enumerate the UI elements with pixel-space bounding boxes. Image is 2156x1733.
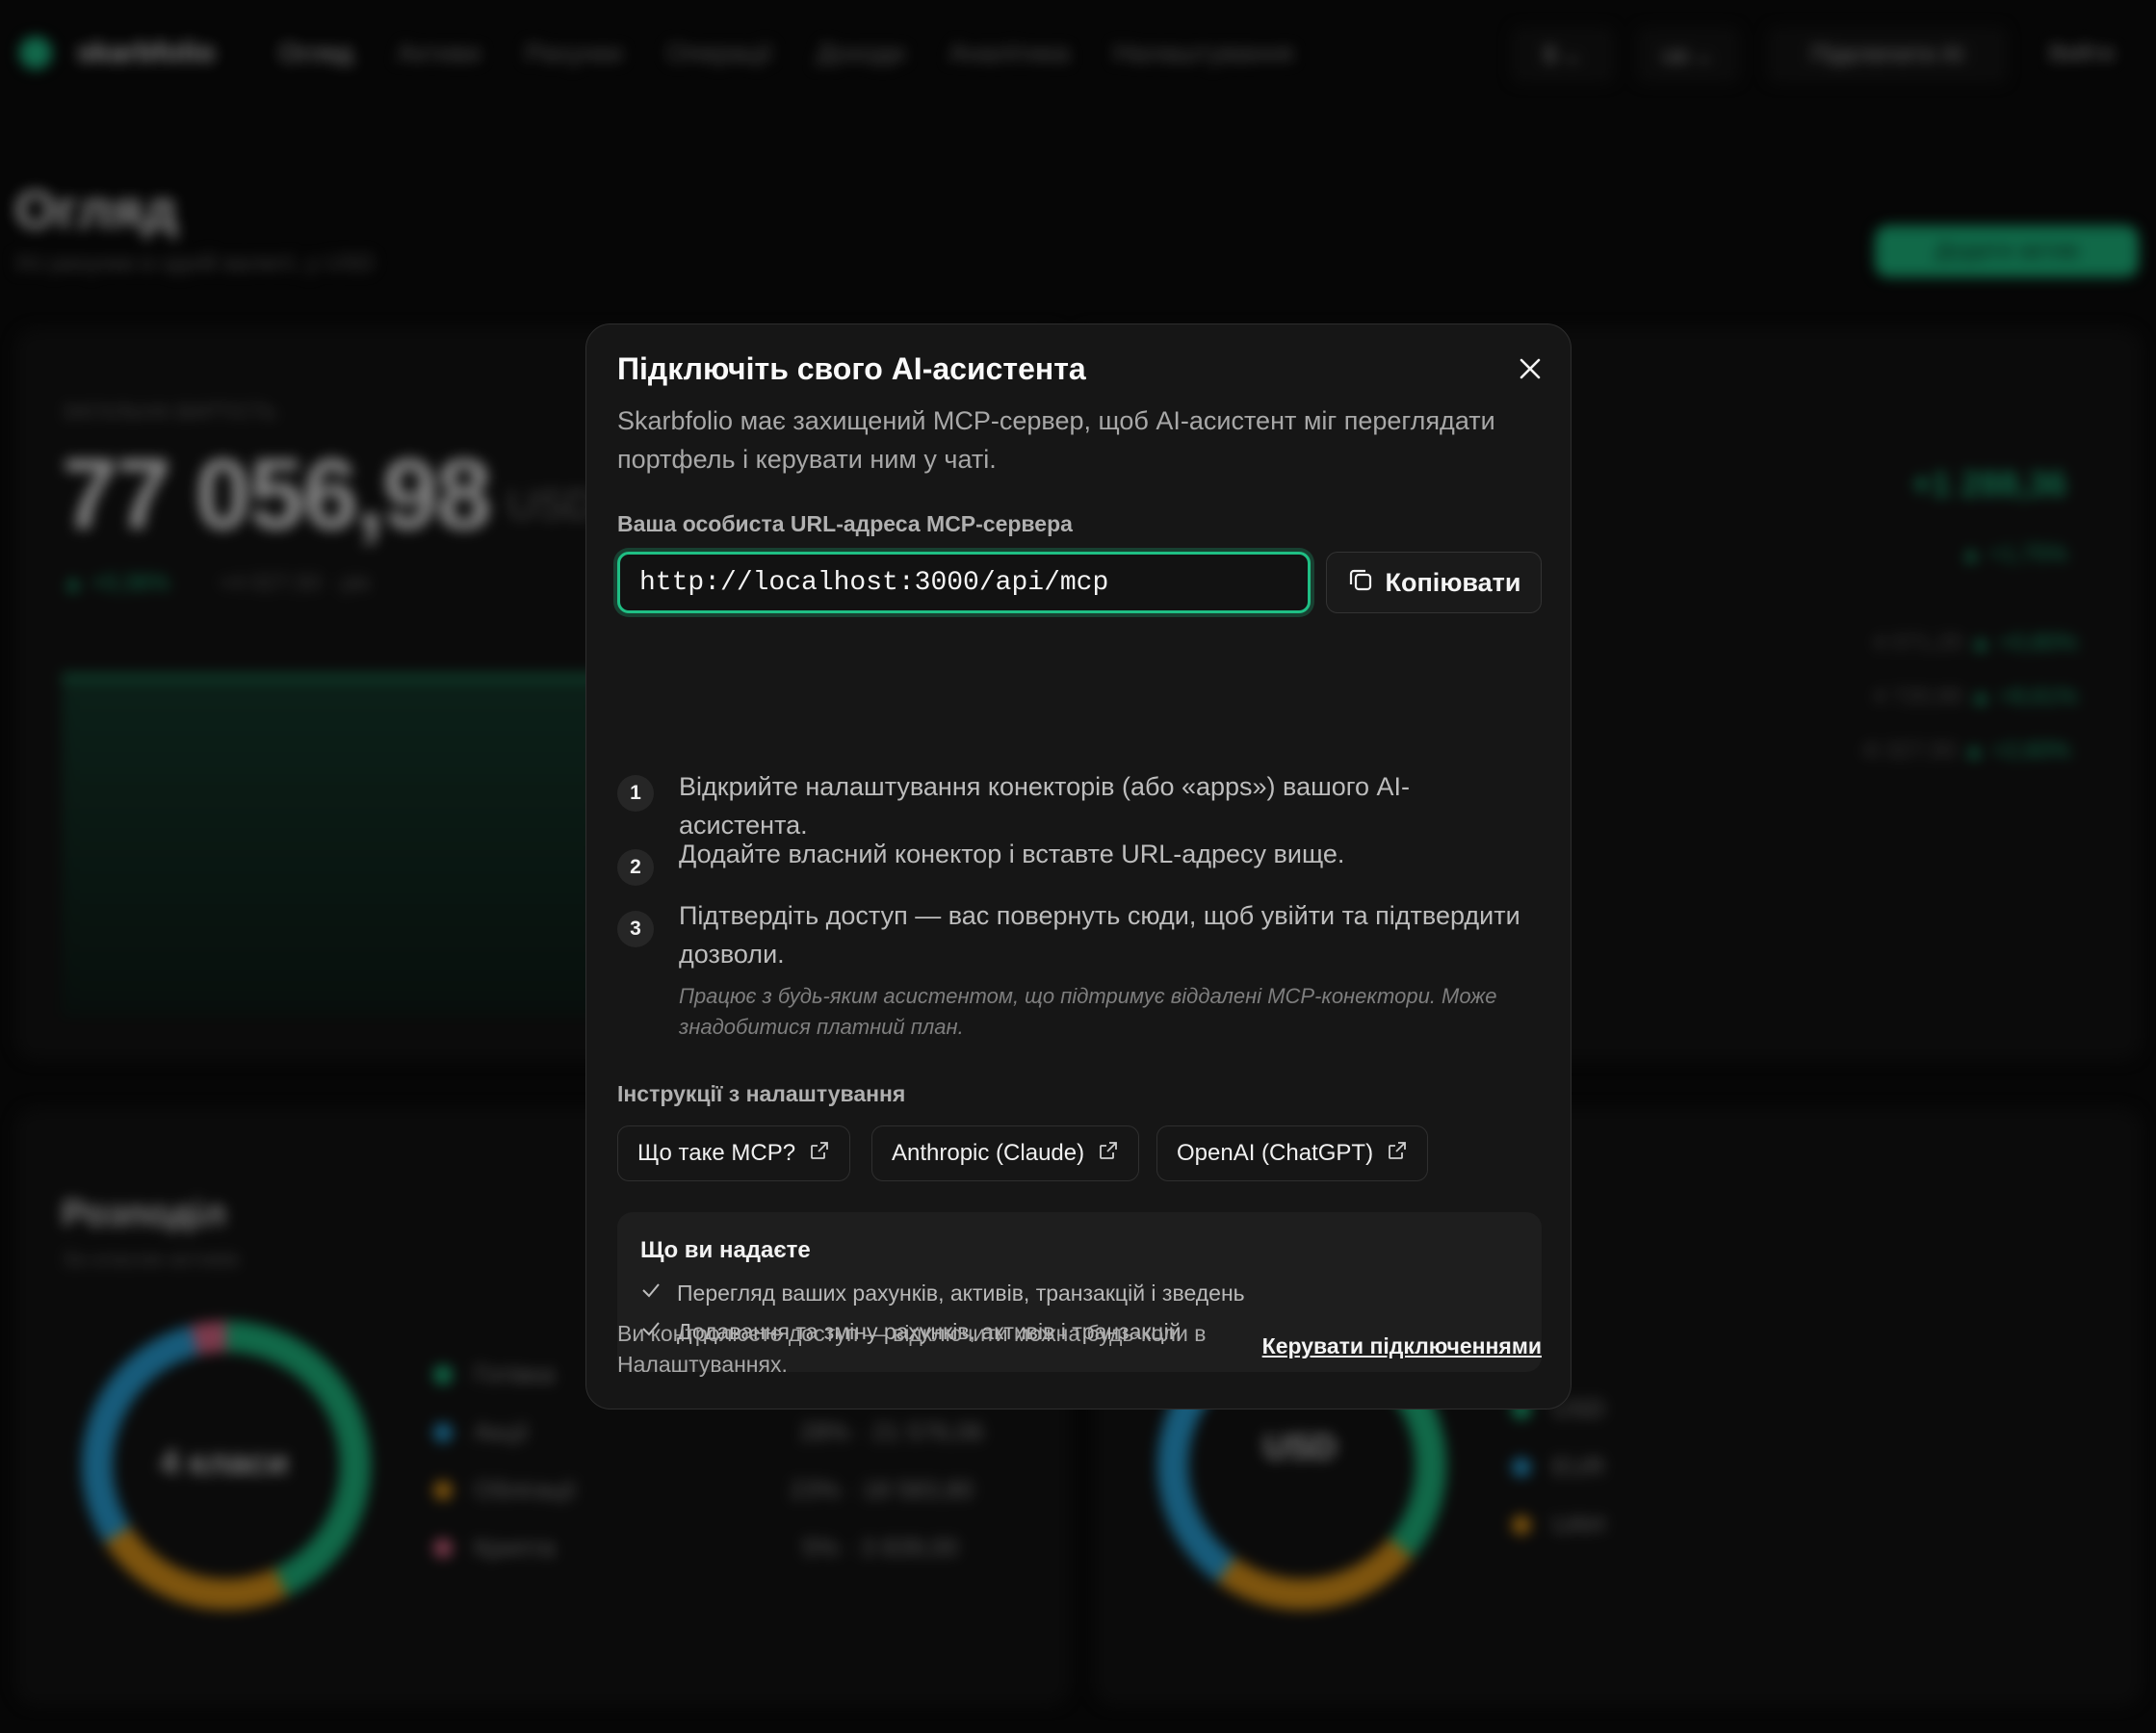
- dialog-title: Підключіть свого AI-асистента: [617, 351, 1086, 386]
- external-link-icon: [1098, 1140, 1119, 1168]
- mcp-url-value: http://localhost:3000/api/mcp: [639, 567, 1109, 598]
- step-number: 2: [617, 849, 654, 886]
- compatibility-note: Працює з будь-яким асистентом, що підтри…: [679, 984, 1497, 1039]
- check-icon: [640, 1280, 662, 1306]
- openai-chatgpt-link[interactable]: OpenAI (ChatGPT): [1156, 1125, 1429, 1181]
- close-icon[interactable]: [1511, 349, 1549, 388]
- access-control-text: Ви контролюєте доступ — відключити можна…: [617, 1321, 1207, 1377]
- link-label: Що таке MCP?: [637, 1140, 796, 1166]
- step-text: Підтвердіть доступ — вас повернуть сюди,…: [679, 901, 1520, 969]
- permission-item: Перегляд ваших рахунків, активів, транза…: [640, 1280, 1245, 1306]
- copy-label: Копіювати: [1385, 567, 1521, 597]
- step-number: 1: [617, 775, 654, 812]
- url-label: Ваша особиста URL-адреса MCP-сервера: [617, 511, 1073, 536]
- what-is-mcp-link[interactable]: Що таке MCP?: [617, 1125, 851, 1181]
- copy-button[interactable]: Копіювати: [1326, 552, 1542, 613]
- manage-connections-link[interactable]: Керувати підключеннями: [1253, 1333, 1542, 1359]
- copy-icon: [1347, 566, 1374, 600]
- link-label: OpenAI (ChatGPT): [1177, 1140, 1374, 1166]
- instructions-label: Інструкції з налаштування: [617, 1081, 906, 1106]
- step-number: 3: [617, 911, 654, 947]
- permissions-title: Що ви надаєте: [640, 1237, 811, 1263]
- step-text: Додайте власний конектор і вставте URL-а…: [679, 840, 1345, 868]
- step-text: Відкрийте налаштування конекторів (або «…: [679, 772, 1411, 840]
- dialog-description: Skarbfolio має захищений MCP-сервер, щоб…: [617, 406, 1495, 474]
- connect-ai-dialog: Підключіть свого AI-асистента Skarbfolio…: [585, 323, 1572, 1410]
- mcp-url-field[interactable]: http://localhost:3000/api/mcp: [617, 552, 1311, 613]
- permission-text: Перегляд ваших рахунків, активів, транза…: [677, 1280, 1245, 1306]
- external-link-icon: [1387, 1140, 1408, 1168]
- anthropic-claude-link[interactable]: Anthropic (Claude): [871, 1125, 1140, 1181]
- external-link-icon: [809, 1140, 830, 1168]
- link-label: Anthropic (Claude): [892, 1140, 1085, 1166]
